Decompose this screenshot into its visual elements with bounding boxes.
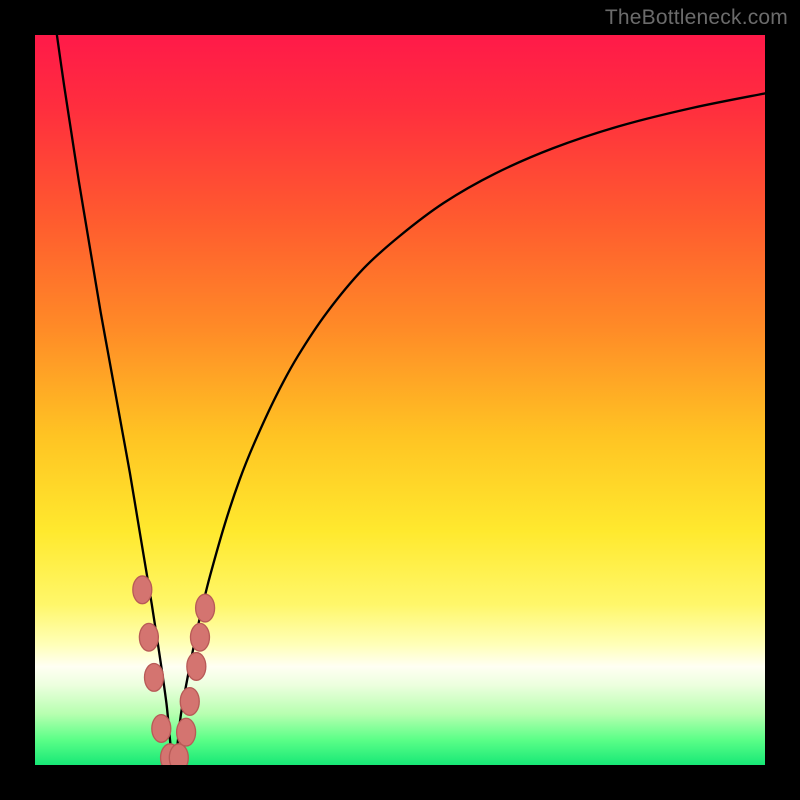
chart-frame: TheBottleneck.com <box>0 0 800 800</box>
curve-marker <box>133 576 152 604</box>
watermark-text: TheBottleneck.com <box>605 6 788 30</box>
plot-area <box>35 35 765 765</box>
bottleneck-curve <box>57 35 765 765</box>
curve-marker <box>196 594 215 622</box>
curve-markers <box>133 576 215 765</box>
chart-svg <box>35 35 765 765</box>
curve-marker <box>180 688 199 716</box>
curve-marker <box>139 623 158 651</box>
curve-marker <box>145 664 164 692</box>
curve-marker <box>190 623 209 651</box>
curve-marker <box>152 715 171 743</box>
curve-marker <box>177 718 196 746</box>
curve-marker <box>187 653 206 681</box>
curve-marker <box>169 744 188 765</box>
